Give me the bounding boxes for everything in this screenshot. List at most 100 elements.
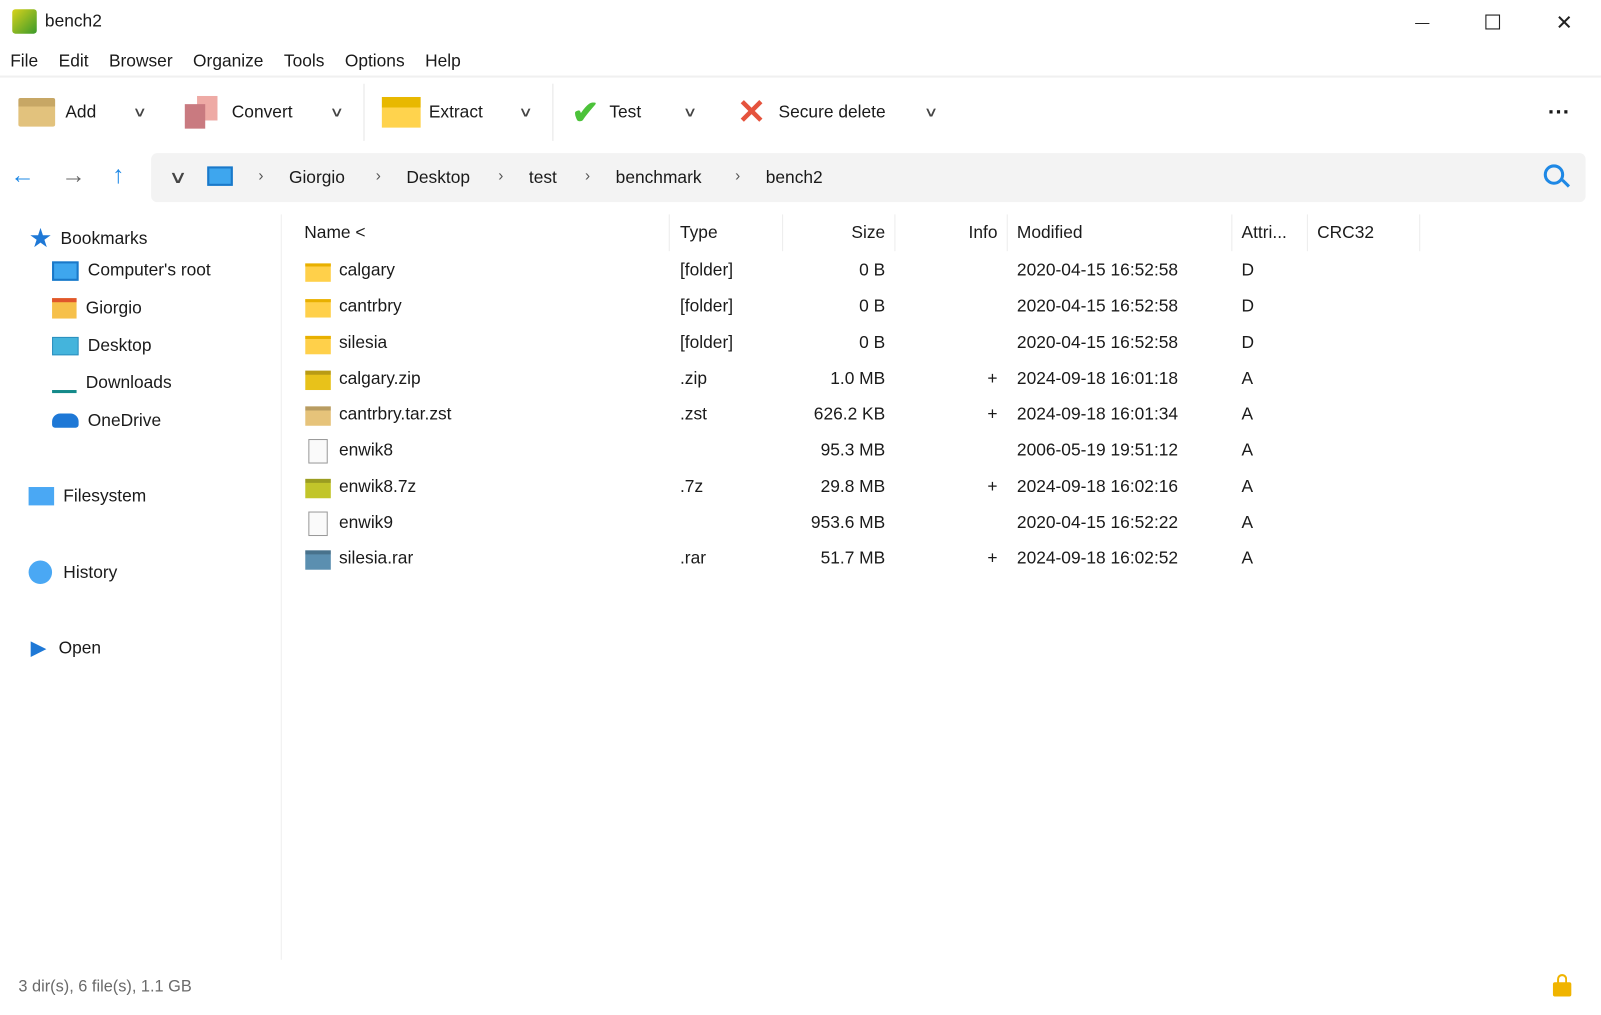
menu-file[interactable]: File bbox=[0, 51, 48, 73]
menu-tools[interactable]: Tools bbox=[274, 51, 335, 73]
menu-help[interactable]: Help bbox=[415, 51, 471, 73]
column-header[interactable]: CRC32 bbox=[1317, 223, 1374, 243]
sidebar-item[interactable]: Giorgio bbox=[52, 297, 142, 319]
archive-icon bbox=[305, 478, 331, 498]
chevron-right-icon: › bbox=[498, 167, 504, 185]
menu-options[interactable]: Options bbox=[335, 51, 415, 73]
sidebar-item[interactable]: Desktop bbox=[52, 335, 151, 355]
column-divider[interactable] bbox=[1006, 214, 1008, 252]
menu-organize[interactable]: Organize bbox=[183, 51, 274, 73]
file-size: 95.3 MB bbox=[820, 440, 886, 460]
forward-arrow-icon[interactable]: → bbox=[61, 161, 86, 190]
file-modified: 2020-04-15 16:52:58 bbox=[1016, 332, 1179, 352]
file-name: calgary bbox=[338, 260, 395, 280]
secure-delete-button[interactable]: ✕ Secure delete bbox=[737, 93, 885, 132]
extract-button[interactable]: Extract bbox=[381, 95, 483, 130]
convert-dropdown[interactable]: ∨ bbox=[329, 95, 344, 130]
column-divider[interactable] bbox=[668, 214, 670, 252]
convert-button[interactable]: Convert bbox=[184, 95, 293, 130]
maximize-button[interactable]: ☐ bbox=[1472, 8, 1513, 37]
column-header[interactable]: Modified bbox=[1017, 223, 1083, 243]
column-divider[interactable] bbox=[894, 214, 896, 252]
file-name: enwik8.7z bbox=[338, 476, 417, 496]
column-divider[interactable] bbox=[1231, 214, 1233, 252]
menu-browser[interactable]: Browser bbox=[99, 51, 183, 73]
folder-icon bbox=[305, 299, 331, 318]
file-name: enwik9 bbox=[338, 512, 394, 532]
breadcrumb-item[interactable]: bench2 bbox=[766, 167, 823, 187]
extract-label: Extract bbox=[428, 102, 483, 122]
column-header[interactable]: Type bbox=[680, 223, 718, 243]
address-bar[interactable] bbox=[151, 153, 1586, 203]
column-header[interactable]: Attri... bbox=[1242, 223, 1287, 243]
sidebar-open[interactable]: ▶ Open bbox=[31, 635, 101, 661]
history-dropdown[interactable]: ∨ bbox=[168, 167, 187, 187]
file-type: .rar bbox=[679, 548, 707, 568]
unlock-icon[interactable] bbox=[1552, 982, 1572, 997]
chevron-right-icon: › bbox=[585, 167, 591, 185]
sidebar-history[interactable]: History bbox=[28, 560, 117, 585]
file-name: cantrbry bbox=[338, 296, 402, 316]
folder-icon bbox=[305, 335, 331, 354]
filesystem-label: Filesystem bbox=[63, 485, 147, 506]
bookmarks-header[interactable]: ★ Bookmarks bbox=[29, 223, 148, 255]
extract-dropdown[interactable]: ∨ bbox=[518, 95, 533, 130]
add-button[interactable]: Add bbox=[18, 95, 96, 130]
menu-edit[interactable]: Edit bbox=[48, 51, 98, 73]
folder-icon bbox=[381, 96, 421, 128]
breadcrumb-item[interactable]: Giorgio bbox=[289, 167, 345, 187]
file-modified: 2024-09-18 16:01:18 bbox=[1016, 368, 1179, 388]
up-arrow-icon[interactable]: ↑ bbox=[112, 161, 124, 190]
sidebar-item-label: Desktop bbox=[87, 335, 152, 355]
convert-label: Convert bbox=[231, 102, 293, 122]
file-size: 0 B bbox=[859, 260, 886, 280]
file-size: 626.2 KB bbox=[813, 404, 886, 424]
file-name: enwik8 bbox=[338, 440, 394, 460]
file-type: [folder] bbox=[679, 296, 734, 316]
file-attributes: A bbox=[1241, 476, 1254, 496]
play-icon: ▶ bbox=[30, 637, 47, 660]
sidebar-item[interactable]: OneDrive bbox=[52, 411, 161, 431]
sidebar-item[interactable]: Downloads bbox=[52, 373, 172, 394]
status-text: 3 dir(s), 6 file(s), 1.1 GB bbox=[18, 978, 192, 996]
secure-delete-dropdown[interactable]: ∨ bbox=[924, 95, 939, 130]
close-button[interactable]: ✕ bbox=[1544, 8, 1585, 37]
column-divider[interactable] bbox=[782, 214, 784, 252]
column-header[interactable]: Name < bbox=[304, 223, 365, 243]
back-arrow-icon[interactable]: ← bbox=[10, 161, 35, 190]
test-dropdown[interactable]: ∨ bbox=[683, 95, 698, 130]
file-icon bbox=[308, 439, 328, 464]
column-divider[interactable] bbox=[1419, 214, 1421, 252]
file-type: .zip bbox=[679, 368, 708, 388]
file-attributes: A bbox=[1241, 440, 1254, 460]
computer-icon bbox=[52, 260, 79, 281]
test-button[interactable]: ✔ Test bbox=[572, 94, 641, 131]
sidebar-filesystem[interactable]: Filesystem bbox=[28, 485, 147, 506]
divider bbox=[363, 83, 365, 141]
more-button[interactable]: ··· bbox=[1548, 95, 1570, 130]
history-icon bbox=[28, 560, 53, 585]
file-type: [folder] bbox=[679, 260, 734, 280]
file-name: cantrbry.tar.zst bbox=[338, 404, 452, 424]
minimize-button[interactable]: — bbox=[1402, 8, 1443, 37]
window-title: bench2 bbox=[44, 11, 102, 31]
archive-icon bbox=[305, 406, 331, 426]
computer-icon[interactable] bbox=[207, 166, 233, 186]
folder-icon bbox=[305, 263, 331, 282]
star-icon: ★ bbox=[28, 222, 53, 254]
box-icon bbox=[18, 98, 56, 127]
file-type: [folder] bbox=[679, 332, 734, 352]
breadcrumb-item[interactable]: test bbox=[529, 167, 557, 187]
column-divider[interactable] bbox=[1306, 214, 1308, 252]
sidebar-item[interactable]: Computer's root bbox=[52, 260, 211, 281]
file-attributes: A bbox=[1241, 368, 1254, 388]
file-attributes: A bbox=[1241, 404, 1254, 424]
column-header[interactable]: Size bbox=[851, 223, 885, 243]
file-modified: 2006-05-19 19:51:12 bbox=[1016, 440, 1179, 460]
breadcrumb-item[interactable]: Desktop bbox=[406, 167, 470, 187]
column-header[interactable]: Info bbox=[969, 223, 998, 243]
breadcrumb-item[interactable]: benchmark bbox=[616, 167, 702, 187]
add-dropdown[interactable]: ∨ bbox=[132, 95, 147, 130]
file-type: .zst bbox=[679, 404, 707, 424]
file-modified: 2020-04-15 16:52:58 bbox=[1016, 296, 1179, 316]
